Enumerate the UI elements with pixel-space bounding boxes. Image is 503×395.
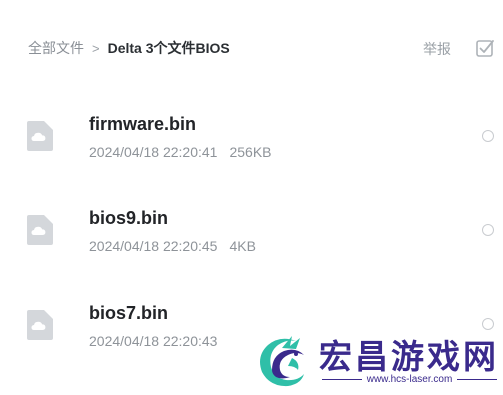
file-size: 256KB bbox=[229, 144, 272, 160]
cloud-file-icon bbox=[27, 215, 53, 245]
breadcrumb-current: Delta 3个文件BIOS bbox=[107, 40, 230, 56]
watermark: 宏昌游戏网 www.hcs-laser.com bbox=[252, 330, 502, 392]
file-select-radio[interactable] bbox=[482, 130, 494, 142]
file-date: 2024/04/18 22:20:41 bbox=[89, 144, 218, 160]
file-browser-page: 全部文件 > Delta 3个文件BIOS 举报 firmware.bin 20… bbox=[0, 0, 503, 395]
file-name: bios7.bin bbox=[89, 303, 169, 323]
watermark-divider bbox=[457, 379, 498, 380]
file-date: 2024/04/18 22:20:43 bbox=[89, 333, 218, 349]
breadcrumb: 全部文件 > Delta 3个文件BIOS bbox=[28, 38, 230, 58]
breadcrumb-separator: > bbox=[92, 40, 100, 56]
watermark-title: 宏昌游戏网 bbox=[319, 337, 499, 376]
cloud-file-icon bbox=[27, 121, 53, 151]
cloud-file-icon bbox=[27, 310, 53, 340]
file-size: 4KB bbox=[229, 238, 256, 254]
file-row[interactable]: bios9.bin 2024/04/18 22:20:45 4KB bbox=[0, 208, 503, 282]
checkbox-icon[interactable] bbox=[475, 38, 495, 58]
breadcrumb-root[interactable]: 全部文件 bbox=[28, 38, 84, 58]
file-meta: 2024/04/18 22:20:43 bbox=[89, 333, 229, 349]
file-meta: 2024/04/18 22:20:45 4KB bbox=[89, 238, 256, 254]
file-select-radio[interactable] bbox=[482, 318, 494, 330]
file-name: firmware.bin bbox=[89, 114, 197, 134]
report-button[interactable]: 举报 bbox=[423, 39, 451, 59]
dragon-logo-icon bbox=[260, 336, 304, 387]
file-name: bios9.bin bbox=[89, 208, 169, 228]
watermark-url: www.hcs-laser.com bbox=[322, 374, 498, 385]
file-date: 2024/04/18 22:20:45 bbox=[89, 238, 218, 254]
watermark-divider bbox=[322, 379, 362, 380]
watermark-url-text: www.hcs-laser.com bbox=[366, 374, 453, 385]
file-select-radio[interactable] bbox=[482, 224, 494, 236]
file-meta: 2024/04/18 22:20:41 256KB bbox=[89, 144, 272, 160]
file-row[interactable]: firmware.bin 2024/04/18 22:20:41 256KB bbox=[0, 114, 503, 188]
